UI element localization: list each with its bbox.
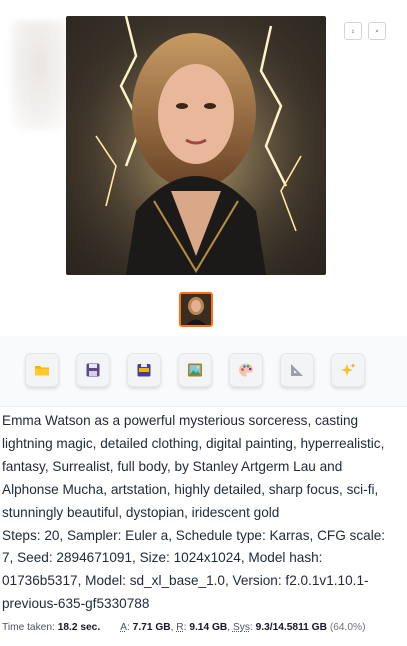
folder-icon [35,366,49,376]
sparkles-icon [341,363,356,376]
time-taken-label: Time taken: [2,622,55,633]
image-gallery [2,2,396,336]
image-icon [188,363,202,377]
vram-percent: (64.0%) [329,622,366,633]
vram-system-value: 9.3/14.5811 GB [255,622,327,633]
zip-button[interactable] [127,353,161,387]
send-to-inpaint-button[interactable] [229,353,263,387]
time-taken-value: 18.2 sec. [57,622,101,633]
generation-params: Steps: 20, Sampler: Euler a, Schedule ty… [2,527,386,612]
zip-icon [137,364,151,377]
open-folder-button[interactable] [25,353,59,387]
vram-active-label: A [120,622,127,633]
generate-variation-button[interactable] [331,353,365,387]
generated-image[interactable] [66,16,326,275]
triangle-ruler-icon [291,364,303,376]
performance-stats: Time taken: 18.2 sec. A: 7.71 GB, R: 9.14… [2,622,366,633]
palette-icon [239,363,253,377]
vram-system-label: Sys [232,622,250,633]
close-button[interactable] [368,22,386,40]
send-to-extras-button[interactable] [280,353,314,387]
save-button[interactable] [76,353,110,387]
generation-info: Emma Watson as a powerful mysterious sor… [2,410,397,616]
vram-reserved-value: 9.14 GB [189,622,228,633]
action-toolbar [0,336,407,407]
vram-reserved-label: R [176,622,184,633]
prompt-text: Emma Watson as a powerful mysterious sor… [2,413,385,520]
vram-active-value: 7.71 GB [132,622,171,633]
save-icon [86,363,100,377]
close-icon [375,29,379,33]
send-to-img2img-button[interactable] [178,353,212,387]
blurred-preview [10,20,68,130]
gallery-thumbnail[interactable] [179,292,213,327]
download-button[interactable] [344,22,362,40]
download-icon [351,29,355,33]
